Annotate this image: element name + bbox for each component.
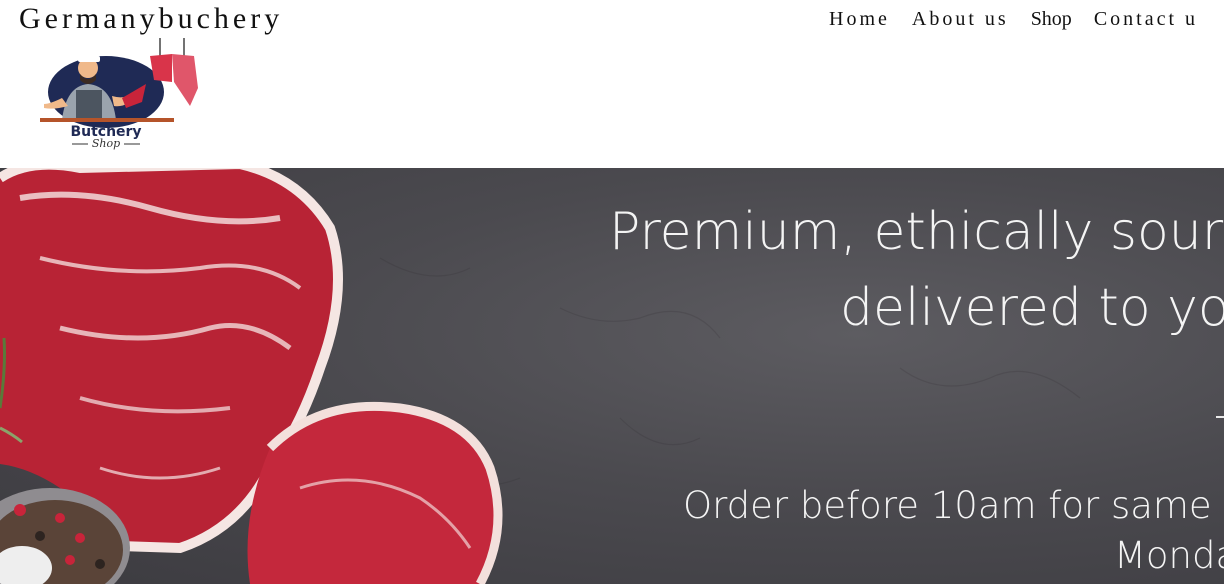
page: Germanybuchery Home About us Shop Contac… [0, 0, 1224, 584]
nav-shop-link[interactable]: Shop [1031, 8, 1072, 31]
hero-headline-line2: delivered to you [840, 278, 1224, 338]
hero-order-note-line2: Monda [1114, 534, 1224, 577]
nav-about-link[interactable]: About us [912, 8, 1009, 31]
butchery-shop-logo[interactable]: Butchery Shop [22, 34, 214, 156]
nav-home-link[interactable]: Home [829, 8, 890, 31]
hero-banner: Premium, ethically source delivered to y… [0, 168, 1224, 584]
hero-headline-line1: Premium, ethically source [609, 202, 1224, 262]
hero-order-note-line1: Order before 10am for same day [683, 484, 1224, 527]
site-title[interactable]: Germanybuchery [19, 0, 283, 38]
hero-divider [1216, 416, 1224, 418]
main-nav: Home About us Shop Contact u [829, 0, 1198, 38]
nav-contact-link[interactable]: Contact u [1094, 8, 1198, 31]
logo-subtitle: Shop [92, 137, 120, 150]
